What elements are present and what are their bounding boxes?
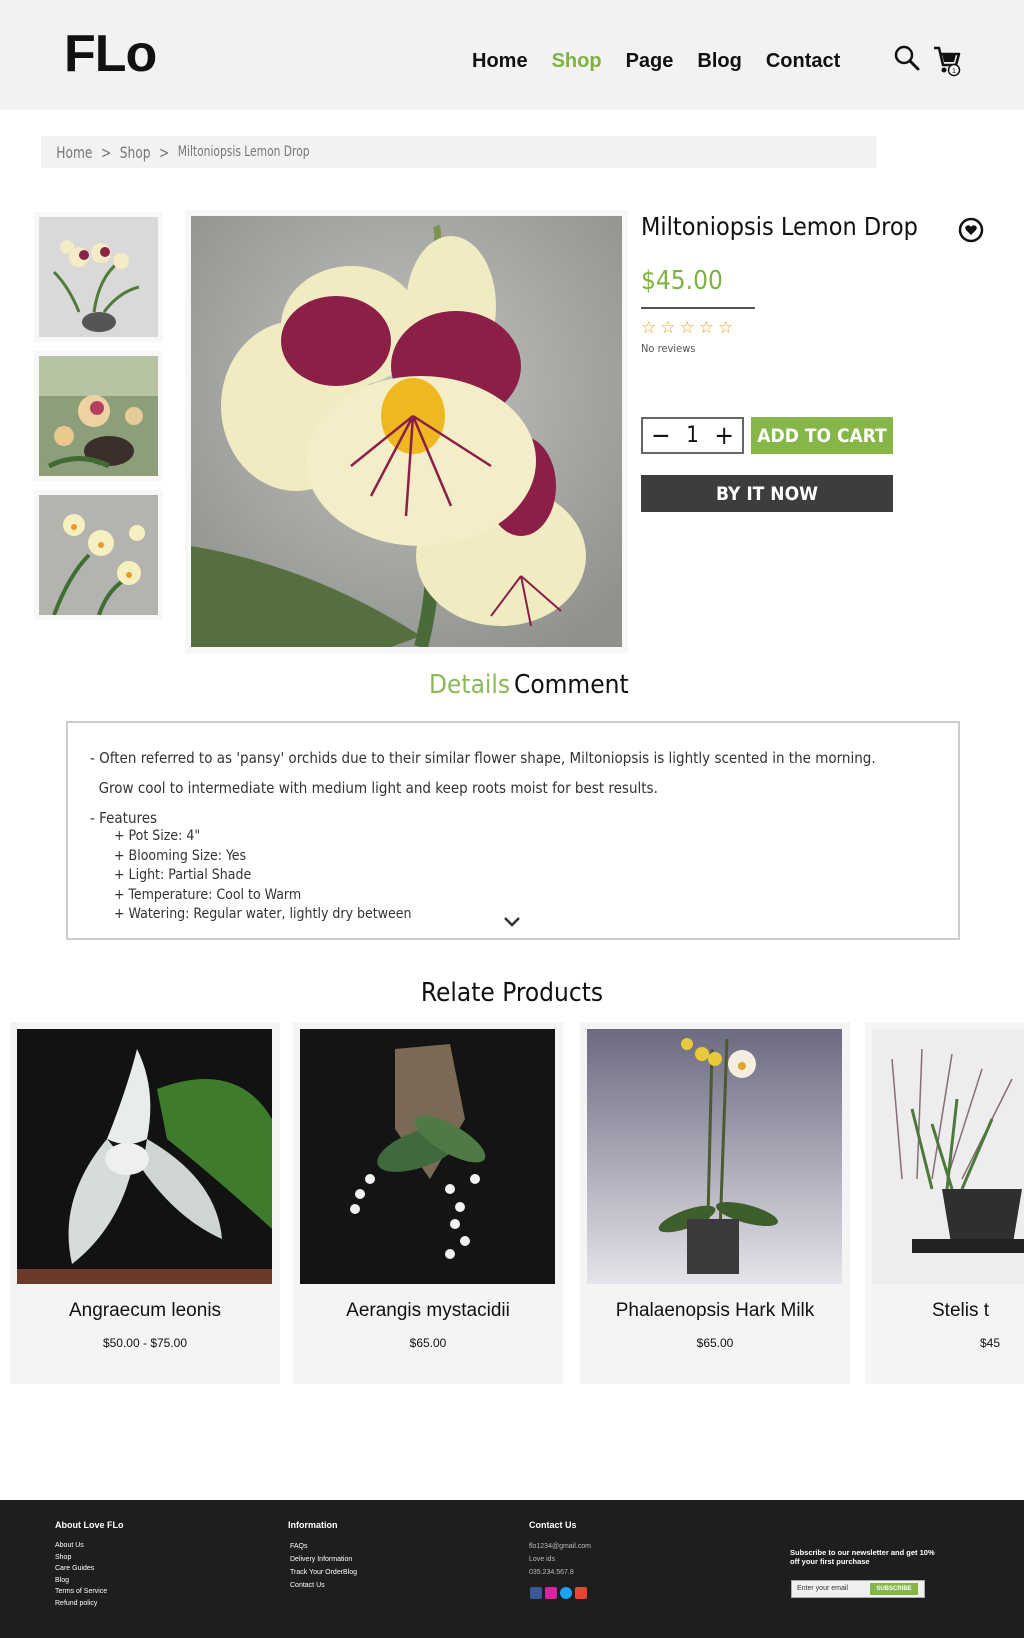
facebook-icon[interactable] — [530, 1587, 542, 1599]
subscribe-button[interactable]: SUBSCRIBE — [870, 1583, 918, 1595]
feature-item: + Blooming Size: Yes — [114, 847, 247, 864]
footer-link[interactable]: Contact Us — [290, 1579, 357, 1592]
breadcrumb-separator: > — [158, 142, 170, 162]
footer-link[interactable]: Shop — [55, 1552, 124, 1564]
product-card-image — [17, 1029, 272, 1284]
product-card[interactable]: Angraecum leonis $50.00 - $75.00 — [10, 1022, 280, 1384]
product-card-image — [587, 1029, 842, 1284]
features-heading: - Features — [90, 809, 158, 827]
product-card-name[interactable]: Angraecum leonis — [17, 1300, 273, 1322]
feature-item: + Light: Partial Shade — [114, 867, 252, 883]
product-card-price: $65.00 — [409, 1336, 447, 1350]
details-text-line: - Often referred to as 'pansy' orchids d… — [90, 749, 876, 767]
footer-information: Information FAQs Delivery Information Tr… — [288, 1520, 357, 1592]
tab-details[interactable]: Details — [429, 670, 510, 700]
orchid-thumbnail-image — [39, 217, 158, 337]
footer-link[interactable]: Delivery Information — [290, 1553, 357, 1566]
breadcrumb-current: Miltoniopsis Lemon Drop — [177, 144, 310, 160]
thumbnail-3[interactable] — [34, 490, 163, 620]
chevron-down-icon[interactable] — [502, 915, 522, 929]
product-card-name[interactable]: Phalaenopsis Hark Milk — [587, 1300, 843, 1322]
footer-about: About Love FLo About Us Shop Care Guides… — [55, 1520, 124, 1609]
orchid-thumbnail-image — [39, 356, 158, 476]
newsletter-text: Subscribe to our newsletter and get 10% … — [790, 1548, 935, 1566]
footer-link[interactable]: Track Your OrderBlog — [290, 1566, 357, 1579]
wishlist-heart-icon[interactable] — [958, 217, 984, 243]
product-title: Miltoniopsis Lemon Drop — [641, 212, 918, 241]
quantity-stepper: − 1 + — [641, 417, 744, 454]
footer-contact: Contact Us flo1234@gmail.com Love ids 03… — [529, 1520, 591, 1579]
breadcrumb: Home > Shop > Miltoniopsis Lemon Drop — [41, 136, 877, 168]
orchid-thumbnail-image — [39, 495, 158, 616]
breadcrumb-home[interactable]: Home — [56, 143, 92, 162]
product-card-name[interactable]: Stelis t — [872, 1300, 1024, 1322]
nav-home[interactable]: Home — [472, 50, 528, 73]
main-nav: Home Shop Page Blog Contact — [472, 50, 864, 73]
search-icon[interactable] — [893, 44, 921, 72]
nav-page[interactable]: Page — [626, 50, 674, 73]
nav-blog[interactable]: Blog — [697, 50, 741, 73]
footer-heading: Contact Us — [529, 1520, 577, 1530]
features-list: + Pot Size: 4" + Blooming Size: Yes + Li… — [114, 827, 936, 925]
product-main-image[interactable] — [191, 216, 622, 649]
thumbnail-1[interactable] — [34, 212, 163, 342]
product-card[interactable]: Aerangis mystacidii $65.00 — [293, 1022, 563, 1384]
quantity-increase-button[interactable]: + — [714, 423, 734, 449]
reviews-count: No reviews — [641, 342, 696, 355]
product-card-price: $45 — [980, 1336, 1001, 1350]
main-image-frame — [185, 210, 628, 653]
related-products-title: Relate Products — [420, 978, 604, 1008]
feature-item: + Pot Size: 4" — [114, 828, 201, 844]
breadcrumb-shop[interactable]: Shop — [120, 143, 151, 162]
rating-stars[interactable]: ☆☆☆☆☆ — [641, 318, 737, 338]
product-card[interactable]: Phalaenopsis Hark Milk $65.00 — [580, 1022, 850, 1384]
contact-name: Love ids — [529, 1556, 556, 1563]
product-card[interactable]: Stelis t $45 — [865, 1022, 1024, 1384]
add-to-cart-button[interactable]: ADD TO CART — [751, 417, 893, 454]
buy-now-button[interactable]: BY IT NOW — [641, 475, 893, 512]
breadcrumb-separator: > — [100, 142, 112, 162]
product-card-image — [872, 1029, 1024, 1284]
footer-link[interactable]: Care Guides — [55, 1563, 124, 1575]
nav-contact[interactable]: Contact — [766, 50, 840, 73]
product-price: $45.00 — [641, 266, 723, 296]
twitter-icon[interactable] — [560, 1587, 572, 1599]
thumbnail-2[interactable] — [34, 351, 163, 481]
footer-heading: About Love FLo — [55, 1520, 124, 1530]
nav-shop[interactable]: Shop — [552, 50, 602, 73]
quantity-decrease-button[interactable]: − — [651, 423, 671, 449]
contact-email[interactable]: flo1234@gmail.com — [529, 1540, 591, 1553]
product-card-name[interactable]: Aerangis mystacidii — [300, 1300, 556, 1322]
instagram-icon[interactable] — [545, 1587, 557, 1599]
footer-link[interactable]: Terms of Service — [55, 1586, 124, 1598]
footer-heading: Information — [288, 1520, 338, 1530]
footer-link[interactable]: About Us — [55, 1540, 124, 1552]
footer-link[interactable]: Refund policy — [55, 1598, 124, 1610]
logo[interactable]: FLo — [64, 24, 157, 84]
cart-icon[interactable]: 1 — [932, 45, 964, 77]
details-text-line: Grow cool to intermediate with medium li… — [90, 779, 658, 797]
social-links — [530, 1587, 587, 1599]
quantity-value[interactable]: 1 — [686, 423, 699, 448]
cart-count: 1 — [952, 68, 956, 75]
site-header: FLo Home Shop Page Blog Contact 1 — [0, 0, 1024, 110]
tab-comment[interactable]: Comment — [514, 670, 629, 700]
details-panel: - Often referred to as 'pansy' orchids d… — [66, 721, 960, 940]
product-card-clip: Stelis t $45 — [865, 1022, 1024, 1384]
footer-link[interactable]: Blog — [55, 1575, 124, 1587]
feature-item: + Watering: Regular water, lightly dry b… — [114, 906, 412, 922]
gmail-icon[interactable] — [575, 1587, 587, 1599]
product-card-price: $50.00 - $75.00 — [102, 1336, 188, 1350]
product-card-image — [300, 1029, 555, 1284]
product-card-price: $65.00 — [696, 1336, 734, 1350]
contact-phone[interactable]: 035.234.567.8 — [529, 1566, 591, 1579]
feature-item: + Temperature: Cool to Warm — [114, 886, 302, 903]
site-footer: About Love FLo About Us Shop Care Guides… — [0, 1500, 1024, 1638]
price-divider — [641, 307, 755, 309]
footer-link[interactable]: FAQs — [290, 1540, 357, 1553]
